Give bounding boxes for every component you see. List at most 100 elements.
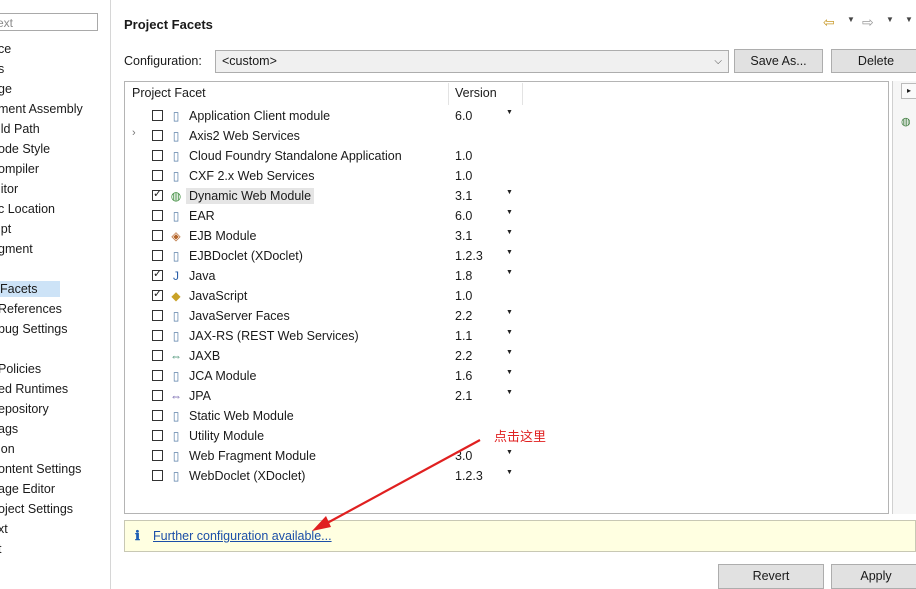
table-row[interactable]: ▯ JCA Module 1.6 ▼ <box>125 366 888 386</box>
facet-checkbox[interactable] <box>152 430 163 441</box>
facet-version[interactable]: 3.1 <box>455 188 472 204</box>
version-dropdown-icon[interactable]: ▼ <box>506 449 513 456</box>
facet-version[interactable]: 1.2.3 <box>455 248 483 264</box>
version-dropdown-icon[interactable]: ▼ <box>506 349 513 356</box>
facet-checkbox[interactable] <box>152 187 163 201</box>
version-dropdown-icon[interactable]: ▼ <box>506 209 513 216</box>
facet-version[interactable]: 3.1 <box>455 228 472 244</box>
apply-button[interactable]: Apply <box>831 564 916 589</box>
facet-checkbox[interactable] <box>152 470 163 481</box>
version-dropdown-icon[interactable]: ▼ <box>506 309 513 316</box>
nav-item[interactable]: ags <box>0 421 18 437</box>
table-row[interactable]: ▯ EJBDoclet (XDoclet) 1.2.3 ▼ <box>125 246 888 266</box>
version-dropdown-icon[interactable]: ▼ <box>506 229 513 236</box>
nav-item[interactable]: ge <box>0 81 12 97</box>
nav-item[interactable]: ompiler <box>0 161 39 177</box>
save-as-button[interactable]: Save As... <box>734 49 823 73</box>
facet-checkbox[interactable] <box>152 390 163 401</box>
facet-checkbox[interactable] <box>152 450 163 461</box>
nav-item[interactable]: Policies <box>0 361 41 377</box>
view-menu-icon[interactable]: ▼ <box>905 15 913 24</box>
facet-checkbox[interactable] <box>152 330 163 341</box>
facet-checkbox[interactable] <box>152 267 163 281</box>
nav-item[interactable]: ce <box>0 41 11 57</box>
nav-item[interactable]: ipt <box>0 221 11 237</box>
version-dropdown-icon[interactable]: ▼ <box>506 109 513 116</box>
column-header-version[interactable]: Version <box>455 86 497 100</box>
version-dropdown-icon[interactable]: ▼ <box>506 389 513 396</box>
table-row[interactable]: ⇔ JPA 2.1 ▼ <box>125 386 888 406</box>
nav-item[interactable]: ontent Settings <box>0 461 81 477</box>
table-row[interactable]: ▯ EAR 6.0 ▼ <box>125 206 888 226</box>
delete-button[interactable]: Delete <box>831 49 916 73</box>
facet-checkbox[interactable] <box>152 310 163 321</box>
table-row[interactable]: ▯ JAX-RS (REST Web Services) 1.1 ▼ <box>125 326 888 346</box>
nav-item[interactable]: ed Runtimes <box>0 381 68 397</box>
nav-item[interactable]: ode Style <box>0 141 50 157</box>
facet-version[interactable]: 1.6 <box>455 368 472 384</box>
nav-item[interactable]: Facets <box>0 281 60 297</box>
forward-dropdown-icon[interactable]: ▼ <box>886 15 894 24</box>
nav-item[interactable]: age Editor <box>0 481 55 497</box>
nav-item[interactable]: ment Assembly <box>0 101 83 117</box>
table-row[interactable]: ◆ JavaScript 1.0 <box>125 286 888 306</box>
filter-input[interactable]: ext <box>0 13 98 31</box>
facet-checkbox[interactable] <box>152 170 163 181</box>
facet-checkbox[interactable] <box>152 287 163 301</box>
facet-version[interactable]: 1.8 <box>455 268 472 284</box>
nav-item[interactable]: xt <box>0 521 8 537</box>
nav-item[interactable]: ion <box>0 441 15 457</box>
configuration-select[interactable]: <custom> ⌵ <box>215 50 729 73</box>
table-row[interactable]: ◍ Dynamic Web Module 3.1 ▼ <box>125 186 888 206</box>
version-dropdown-icon[interactable]: ▼ <box>506 329 513 336</box>
table-row[interactable]: ⇔ JAXB 2.2 ▼ <box>125 346 888 366</box>
facet-checkbox[interactable] <box>152 250 163 261</box>
table-row[interactable]: J Java 1.8 ▼ <box>125 266 888 286</box>
back-arrow-icon[interactable]: ⇦ <box>823 13 835 31</box>
table-row[interactable]: ▯ CXF 2.x Web Services 1.0 <box>125 166 888 186</box>
chevron-right-icon[interactable]: › <box>132 127 136 139</box>
table-row[interactable]: › ▯ Axis2 Web Services <box>125 126 888 146</box>
table-row[interactable]: ▯ Static Web Module <box>125 406 888 426</box>
nav-item[interactable]: oject Settings <box>0 501 73 517</box>
facet-version[interactable]: 1.1 <box>455 328 472 344</box>
nav-item[interactable]: gment <box>0 241 33 257</box>
facet-checkbox[interactable] <box>152 110 163 121</box>
facet-checkbox[interactable] <box>152 230 163 241</box>
version-dropdown-icon[interactable]: ▼ <box>506 189 513 196</box>
nav-item[interactable]: s <box>0 61 4 77</box>
facet-checkbox[interactable] <box>152 350 163 361</box>
column-header-facet[interactable]: Project Facet <box>132 86 206 100</box>
revert-button[interactable]: Revert <box>718 564 824 589</box>
version-dropdown-icon[interactable]: ▼ <box>506 469 513 476</box>
nav-item[interactable]: t <box>0 541 1 557</box>
table-row[interactable]: ▯ Application Client module 6.0 ▼ <box>125 106 888 126</box>
facet-version[interactable]: 2.2 <box>455 308 472 324</box>
nav-item[interactable]: epository <box>0 401 49 417</box>
back-dropdown-icon[interactable]: ▼ <box>847 15 855 24</box>
table-row[interactable]: ▯ Web Fragment Module 3.0 ▼ <box>125 446 888 466</box>
panel-scroll-right-icon[interactable]: ▸ <box>901 83 916 99</box>
table-row[interactable]: ◈ EJB Module 3.1 ▼ <box>125 226 888 246</box>
version-dropdown-icon[interactable]: ▼ <box>506 369 513 376</box>
nav-item[interactable]: References <box>0 301 62 317</box>
facet-version[interactable]: 6.0 <box>455 108 472 124</box>
facet-version[interactable]: 2.1 <box>455 388 472 404</box>
table-row[interactable]: ▯ Cloud Foundry Standalone Application 1.0 <box>125 146 888 166</box>
table-row[interactable]: ▯ WebDoclet (XDoclet) 1.2.3 ▼ <box>125 466 888 486</box>
forward-arrow-icon[interactable]: ⇨ <box>862 13 874 31</box>
nav-item[interactable]: bug Settings <box>0 321 68 337</box>
facet-checkbox[interactable] <box>152 410 163 421</box>
nav-item[interactable]: ild Path <box>0 121 40 137</box>
version-dropdown-icon[interactable]: ▼ <box>506 249 513 256</box>
facet-checkbox[interactable] <box>152 130 163 141</box>
nav-item[interactable]: c Location <box>0 201 55 217</box>
table-row[interactable]: ▯ JavaServer Faces 2.2 ▼ <box>125 306 888 326</box>
facet-checkbox[interactable] <box>152 210 163 221</box>
facet-version[interactable]: 2.2 <box>455 348 472 364</box>
version-dropdown-icon[interactable]: ▼ <box>506 269 513 276</box>
facet-version[interactable]: 6.0 <box>455 208 472 224</box>
nav-item[interactable]: litor <box>0 181 18 197</box>
facet-checkbox[interactable] <box>152 370 163 381</box>
facet-checkbox[interactable] <box>152 150 163 161</box>
